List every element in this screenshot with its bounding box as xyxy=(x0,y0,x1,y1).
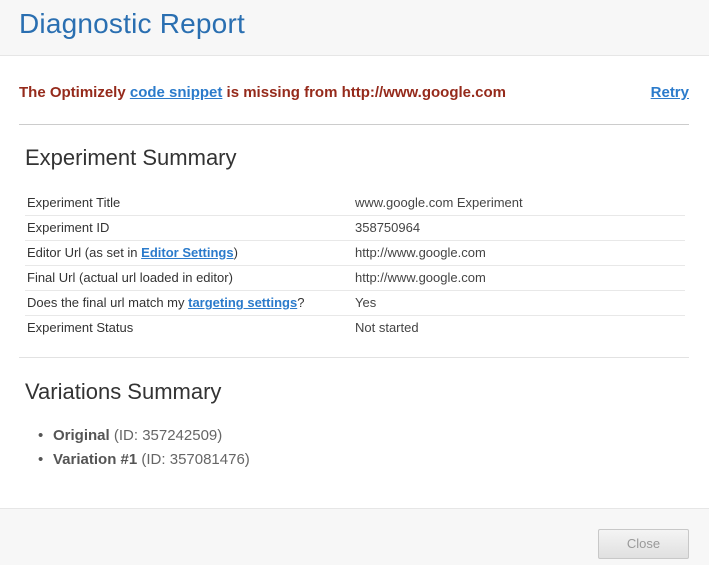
snippet-missing-alert: The Optimizely code snippet is missing f… xyxy=(19,84,689,106)
table-row: Does the final url match my targeting se… xyxy=(25,290,685,316)
variation-list: • Original (ID: 357242509) • Variation #… xyxy=(38,425,250,473)
list-item: • Original (ID: 357242509) xyxy=(38,425,250,449)
dialog-header: Diagnostic Report xyxy=(0,0,709,56)
row-label-prefix: Editor Url (as set in xyxy=(27,245,142,260)
table-row: Final Url (actual url loaded in editor) … xyxy=(25,265,685,291)
row-label-prefix: Does the final url match my xyxy=(27,295,189,310)
variation-name: Variation #1 xyxy=(53,451,138,468)
row-value: www.google.com Experiment xyxy=(353,190,685,216)
row-value: 358750964 xyxy=(353,215,685,241)
row-label-suffix: ? xyxy=(297,295,305,310)
retry-link[interactable]: Retry xyxy=(651,84,689,101)
dialog-footer: Close xyxy=(0,508,709,565)
list-item: • Variation #1 (ID: 357081476) xyxy=(38,449,250,473)
row-label: Experiment Status xyxy=(27,320,134,336)
row-value: Not started xyxy=(355,320,419,336)
variation-id: (ID: 357081476) xyxy=(141,451,250,468)
dialog-title: Diagnostic Report xyxy=(19,8,245,39)
table-row: Editor Url (as set in Editor Settings) h… xyxy=(25,240,685,266)
variation-id: (ID: 357242509) xyxy=(113,427,223,444)
bullet-icon: • xyxy=(38,427,44,444)
variation-name: Original xyxy=(53,427,110,444)
table-row: Experiment Status Not started xyxy=(25,315,685,340)
row-value: Yes xyxy=(353,290,685,316)
section-divider xyxy=(19,357,689,358)
row-value: http://www.google.com xyxy=(353,240,685,266)
close-button[interactable]: Close xyxy=(598,529,689,559)
row-label: Experiment Title xyxy=(25,190,353,216)
row-label-suffix: ) xyxy=(233,245,238,260)
row-value: http://www.google.com xyxy=(353,265,685,291)
table-row: Experiment ID 358750964 xyxy=(25,215,685,241)
targeting-settings-link[interactable]: targeting settings xyxy=(188,295,297,310)
alert-text-prefix: The Optimizely xyxy=(19,84,130,101)
variations-summary-title: Variations Summary xyxy=(25,379,222,404)
experiment-summary-table: Experiment Title www.google.com Experime… xyxy=(25,190,685,340)
diagnostic-report-dialog: Diagnostic Report The Optimizely code sn… xyxy=(0,0,709,565)
row-label: Does the final url match my targeting se… xyxy=(25,290,353,316)
experiment-summary-title: Experiment Summary xyxy=(25,145,237,170)
row-label: Experiment ID xyxy=(25,215,353,241)
alert-text-suffix: is missing from http://www.google.com xyxy=(222,84,506,101)
editor-settings-link[interactable]: Editor Settings xyxy=(141,245,233,260)
bullet-icon: • xyxy=(38,451,44,468)
table-row: Experiment Title www.google.com Experime… xyxy=(25,190,685,216)
code-snippet-link[interactable]: code snippet xyxy=(130,84,223,101)
row-label: Final Url (actual url loaded in editor) xyxy=(25,265,353,291)
alert-divider xyxy=(19,124,689,125)
row-label: Editor Url (as set in Editor Settings) xyxy=(25,240,353,266)
